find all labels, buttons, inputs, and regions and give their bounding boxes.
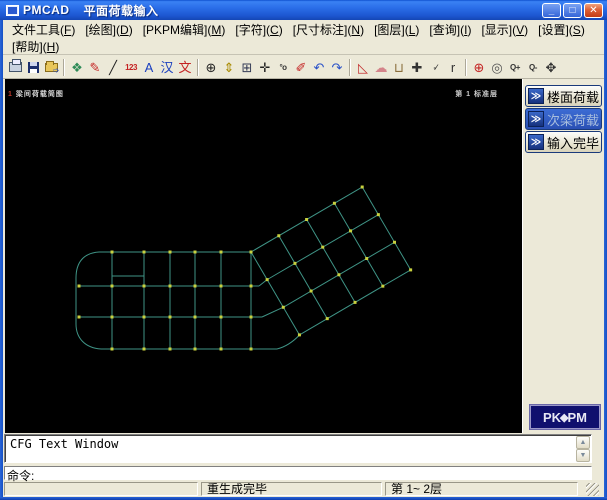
menu-item-L[interactable]: [图层](L)	[369, 20, 424, 39]
menu-item-N[interactable]: [尺寸标注](N)	[288, 20, 369, 39]
toolbar: ❖✎╱123A汉文⊕⇕⊞✛°o✐↶↷◺☁⊔✚-∕r⊕◎Q+Q-✥	[3, 56, 604, 79]
status-layer-range: 第 1~ 2层	[385, 482, 578, 496]
menu-row-2: [帮助](H)	[7, 38, 600, 55]
palette-icon[interactable]: ❖	[68, 58, 86, 77]
command-line[interactable]: 命令:	[4, 466, 592, 480]
window-border-left	[0, 18, 3, 500]
zoom-out-icon[interactable]: Q-	[524, 58, 542, 77]
pan-icon[interactable]: ✥	[542, 58, 560, 77]
chevron-icon: ≫	[528, 134, 544, 150]
maximize-button[interactable]: □	[563, 3, 582, 18]
target-icon[interactable]: ⊕	[202, 58, 220, 77]
resize-grip[interactable]	[586, 483, 599, 496]
menu-item-M[interactable]: [PKPM编辑](M)	[138, 20, 231, 39]
updown-arrow-icon[interactable]: ⇕	[220, 58, 238, 77]
scroll-up-button[interactable]: ▲	[576, 436, 590, 449]
break-icon[interactable]: ✚	[408, 58, 426, 77]
cfg-text-window[interactable]: CFG Text Window ▲ ▼	[4, 434, 592, 463]
zoom-extents-icon[interactable]: ⊕	[470, 58, 488, 77]
title-bar[interactable]: PMCAD 平面荷载输入 _ □ ✕	[0, 0, 607, 20]
save-icon[interactable]	[24, 58, 42, 77]
menu-item-D[interactable]: [绘图](D)	[80, 20, 137, 39]
print-icon[interactable]	[6, 58, 24, 77]
canvas-layer-label: 第 1 标准层	[455, 89, 498, 99]
sidebar-button-2[interactable]: ≫次梁荷载	[525, 108, 602, 130]
window-title: 平面荷载输入	[84, 2, 159, 19]
pkpm-logo: PK◆PM	[530, 405, 600, 429]
menu-bar: 文件工具(F)[绘图](D)[PKPM编辑](M)[字符](C)[尺寸标注](N…	[3, 20, 604, 55]
app-icon	[6, 5, 19, 16]
trim-icon[interactable]: -∕	[426, 58, 444, 77]
toolbar-separator	[465, 59, 467, 76]
sidebar-button-label: 楼面荷载	[547, 87, 599, 106]
chevron-icon: ≫	[528, 88, 544, 104]
zoom-dynamic-icon[interactable]: ◎	[488, 58, 506, 77]
font-icon[interactable]: A	[140, 58, 158, 77]
sidebar-button-label: 次梁荷载	[547, 110, 599, 129]
toolbar-separator	[63, 59, 65, 76]
floor-plan-drawing	[5, 79, 522, 433]
status-bar: 重生成完毕 第 1~ 2层	[3, 482, 604, 497]
menu-item-V[interactable]: [显示](V)	[476, 20, 533, 39]
status-message: 重生成完毕	[201, 482, 382, 496]
numbers-icon[interactable]: 123	[122, 58, 140, 77]
close-button[interactable]: ✕	[584, 3, 603, 18]
scroll-down-button[interactable]: ▼	[576, 449, 590, 462]
charset-icon[interactable]: 文	[176, 58, 194, 77]
toolbar-separator	[349, 59, 351, 76]
minimize-button[interactable]: _	[542, 3, 561, 18]
menu-item-I[interactable]: [查询](I)	[424, 20, 476, 39]
chevron-icon: ≫	[528, 111, 544, 127]
canvas-title-label: 1梁间荷载简图	[8, 89, 64, 99]
sidebar-button-1[interactable]: ≫楼面荷载	[525, 85, 602, 107]
fillet-icon[interactable]: r	[444, 58, 462, 77]
menu-item-S[interactable]: [设置](S)	[533, 20, 590, 39]
brush-icon[interactable]: ✎	[86, 58, 104, 77]
status-panel-empty	[4, 482, 198, 496]
toolbar-separator	[197, 59, 199, 76]
snap-icon[interactable]: °o	[274, 58, 292, 77]
redo-icon[interactable]: ↷	[328, 58, 346, 77]
box-icon[interactable]: ⊔	[390, 58, 408, 77]
undo-icon[interactable]: ↶	[310, 58, 328, 77]
export-icon[interactable]	[42, 58, 60, 77]
menu-item-C[interactable]: [字符](C)	[230, 20, 287, 39]
zoom-in-icon[interactable]: Q+	[506, 58, 524, 77]
erase-icon[interactable]: ✐	[292, 58, 310, 77]
line-icon[interactable]: ╱	[104, 58, 122, 77]
menu-item-H[interactable]: [帮助](H)	[7, 37, 64, 56]
sidebar-button-3[interactable]: ≫输入完毕	[525, 131, 602, 153]
menu-row-1: 文件工具(F)[绘图](D)[PKPM编辑](M)[字符](C)[尺寸标注](N…	[7, 21, 600, 38]
cloud-icon[interactable]: ☁	[372, 58, 390, 77]
right-menu-panel: ≫楼面荷载≫次梁荷载≫输入完毕 PK◆PM	[522, 79, 604, 433]
sidebar-button-label: 输入完毕	[547, 133, 599, 152]
cfg-text-window-title: CFG Text Window	[10, 437, 118, 451]
shape-icon[interactable]: ◺	[354, 58, 372, 77]
move-icon[interactable]: ✛	[256, 58, 274, 77]
drawing-canvas[interactable]: 1梁间荷载简图 第 1 标准层	[5, 79, 522, 433]
grid-icon[interactable]: ⊞	[238, 58, 256, 77]
chinese-char-icon[interactable]: 汉	[158, 58, 176, 77]
app-name: PMCAD	[23, 3, 70, 17]
